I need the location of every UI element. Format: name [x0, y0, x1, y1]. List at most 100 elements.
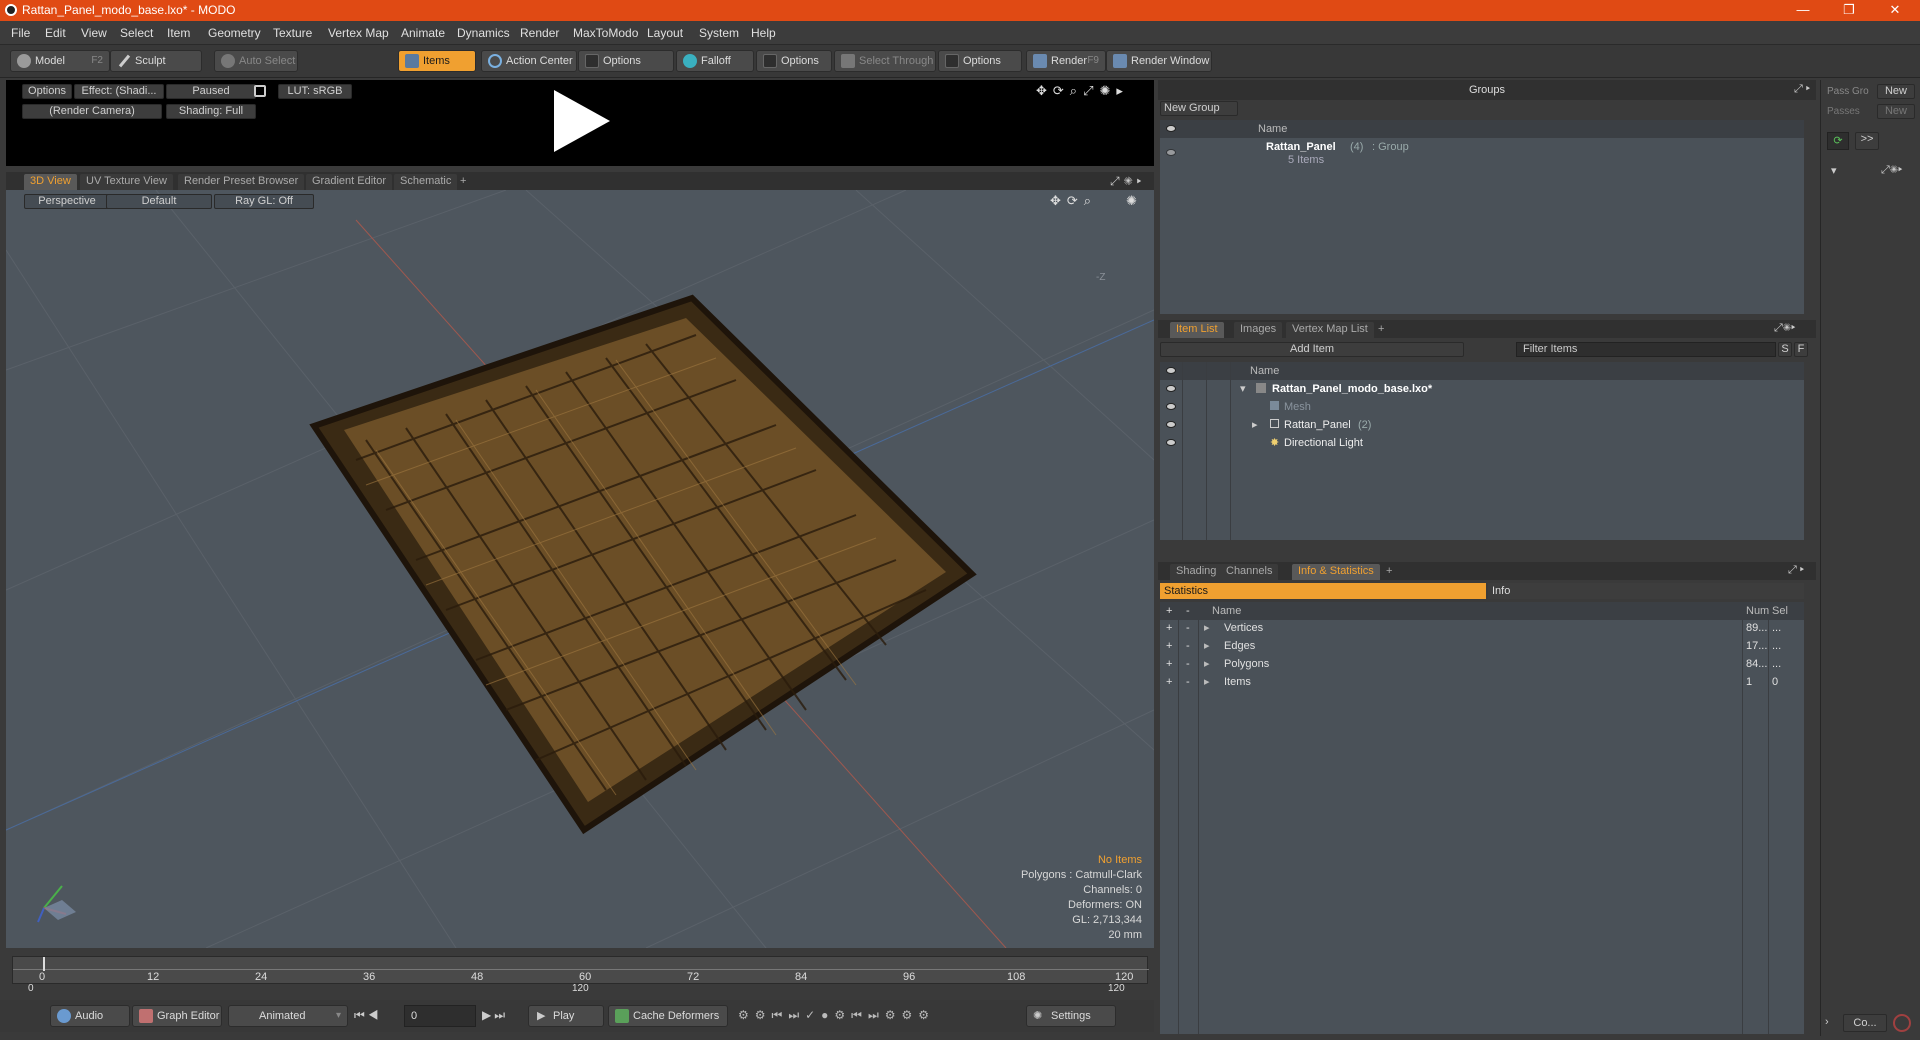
viewport-expand-icon[interactable]: ⤢✺▸	[1110, 174, 1145, 189]
menu-help[interactable]: Help	[751, 26, 776, 40]
eye-icon[interactable]	[1166, 421, 1176, 428]
new-pass-group-button[interactable]: New	[1877, 84, 1915, 99]
close-button[interactable]: ✕	[1872, 0, 1918, 21]
timeline-track[interactable]: 0 12 24 36 48 60 72 84 96 108 120	[12, 956, 1149, 984]
playhead[interactable]	[43, 957, 45, 971]
expand-arrow-icon[interactable]: ▸	[1204, 675, 1210, 688]
audio-button[interactable]: Audio	[50, 1005, 130, 1027]
action-center-button[interactable]: Action Center	[481, 50, 577, 72]
item-list-expand-icon[interactable]: ⤢✺▸	[1774, 322, 1795, 335]
chevron-right-icon[interactable]: ›	[1825, 1016, 1829, 1028]
menu-geometry[interactable]: Geometry	[208, 26, 261, 40]
stats-row-vertices[interactable]: + - ▸ Vertices 89... ...	[1160, 620, 1804, 638]
shading-default-dropdown[interactable]: Default	[106, 194, 212, 209]
frame-field[interactable]: 0	[404, 1005, 476, 1027]
group-row-rattan-panel[interactable]: Rattan_Panel (4) : Group 5 Items	[1160, 138, 1804, 168]
co-button[interactable]: Co...	[1843, 1014, 1887, 1032]
collapse-all-header[interactable]: -	[1186, 605, 1190, 617]
expand-arrow-icon[interactable]: ▸	[1204, 657, 1210, 670]
add-tab-button[interactable]: +	[454, 174, 472, 190]
render-window-button[interactable]: Render Window	[1106, 50, 1212, 72]
lut-dropdown[interactable]: LUT: sRGB	[278, 84, 352, 99]
expand-arrow-icon[interactable]: ▸	[1252, 418, 1258, 431]
eye-icon[interactable]	[1166, 439, 1176, 446]
record-icon[interactable]	[1893, 1014, 1911, 1032]
tab-render-preset-browser[interactable]: Render Preset Browser	[178, 174, 305, 190]
menu-file[interactable]: File	[11, 26, 30, 40]
auto-select-button[interactable]: Auto Select	[214, 50, 298, 72]
stats-row-edges[interactable]: + - ▸ Edges 17... ...	[1160, 638, 1804, 656]
collapse-button[interactable]: -	[1186, 658, 1190, 670]
tab-images[interactable]: Images	[1234, 322, 1283, 338]
tab-item-list[interactable]: Item List	[1170, 322, 1224, 338]
add-tab-button[interactable]: +	[1372, 322, 1390, 338]
minimize-button[interactable]: —	[1780, 0, 1826, 21]
select-through-options-button[interactable]: Options	[938, 50, 1022, 72]
new-group-button[interactable]: New Group	[1160, 101, 1238, 116]
menu-render[interactable]: Render	[520, 26, 559, 40]
stats-expand-icon[interactable]: ⤢ ▸	[1788, 564, 1804, 577]
render-button[interactable]: Render F9	[1026, 50, 1106, 72]
cache-deformers-button[interactable]: Cache Deformers	[608, 1005, 728, 1027]
animated-dropdown[interactable]: Animated ▾	[228, 1005, 348, 1027]
tab-channels[interactable]: Channels	[1220, 564, 1279, 580]
perspective-dropdown[interactable]: Perspective	[24, 194, 110, 209]
menu-select[interactable]: Select	[120, 26, 153, 40]
stats-row-items[interactable]: + - ▸ Items 1 0	[1160, 674, 1804, 692]
pass-expand-icon[interactable]: ⤢✺▸	[1881, 164, 1902, 177]
tab-info-statistics[interactable]: Info & Statistics	[1292, 564, 1380, 580]
tab-3d-view[interactable]: 3D View	[24, 174, 77, 190]
collapse-button[interactable]: -	[1186, 640, 1190, 652]
statistics-tab[interactable]: Statistics	[1160, 583, 1486, 599]
groups-expand-icon[interactable]: ⤢ ▸	[1794, 83, 1810, 96]
tab-vertex-map-list[interactable]: Vertex Map List	[1286, 322, 1374, 338]
play-preview-icon[interactable]	[546, 86, 616, 156]
eye-icon[interactable]	[1166, 149, 1176, 156]
tree-row-rattan-panel[interactable]: ▸ Rattan_Panel (2)	[1160, 416, 1804, 434]
tab-gradient-editor[interactable]: Gradient Editor	[306, 174, 392, 190]
s-filter-button[interactable]: S	[1778, 342, 1792, 357]
new-pass-button[interactable]: New	[1877, 104, 1915, 119]
eye-icon[interactable]	[1166, 403, 1176, 410]
menu-edit[interactable]: Edit	[45, 26, 66, 40]
add-item-button[interactable]: Add Item	[1160, 342, 1464, 357]
step-forward-icon[interactable]: ▶⏭	[482, 1008, 508, 1023]
menu-maxtomodo[interactable]: MaxToModo	[573, 26, 638, 40]
collapse-button[interactable]: -	[1186, 676, 1190, 688]
items-mode-button[interactable]: Items	[398, 50, 476, 72]
tree-row-directional-light[interactable]: ✸ Directional Light	[1160, 434, 1804, 452]
preview-view-controls-icon[interactable]: ✥⟳⌕⤢✺▸	[1036, 83, 1129, 99]
timeline[interactable]: 0 12 24 36 48 60 72 84 96 108 120 0 120 …	[6, 950, 1154, 996]
expand-all-header[interactable]: +	[1166, 605, 1172, 617]
expand-button[interactable]: +	[1166, 658, 1172, 670]
tab-schematic[interactable]: Schematic	[394, 174, 458, 190]
menu-layout[interactable]: Layout	[647, 26, 683, 40]
3d-viewport[interactable]: Perspective Default Ray GL: Off ✥⟳⌕ ✺ -Z…	[6, 190, 1154, 948]
menu-vertex-map[interactable]: Vertex Map	[328, 26, 389, 40]
expand-button[interactable]: +	[1166, 622, 1172, 634]
menu-system[interactable]: System	[699, 26, 739, 40]
play-button[interactable]: ▶ Play	[528, 1005, 604, 1027]
menu-view[interactable]: View	[81, 26, 107, 40]
maximize-button[interactable]: ❐	[1826, 0, 1872, 21]
expand-arrow-icon[interactable]: ▸	[1204, 621, 1210, 634]
raygl-dropdown[interactable]: Ray GL: Off	[214, 194, 314, 209]
eye-icon[interactable]	[1166, 385, 1176, 392]
expand-button[interactable]: +	[1166, 640, 1172, 652]
info-tab[interactable]: Info	[1488, 583, 1804, 599]
action-center-options-button[interactable]: Options	[578, 50, 674, 72]
preview-effect-dropdown[interactable]: Effect: (Shadi...	[74, 84, 164, 99]
lock-icon[interactable]	[254, 85, 266, 97]
tree-row-mesh[interactable]: Mesh	[1160, 398, 1804, 416]
viewport-navigation-icon[interactable]: ✥⟳⌕	[1050, 193, 1097, 209]
transport-tools-icon[interactable]: ⚙⚙⏮⏭✓●⚙⏮⏭⚙⚙⚙	[738, 1008, 935, 1023]
render-camera-dropdown[interactable]: (Render Camera)	[22, 104, 162, 119]
tree-row-scene[interactable]: ▾ Rattan_Panel_modo_base.lxo*	[1160, 380, 1804, 398]
menu-texture[interactable]: Texture	[273, 26, 312, 40]
menu-animate[interactable]: Animate	[401, 26, 445, 40]
pass-dropdown-icon[interactable]: ▾	[1831, 164, 1837, 177]
expand-arrow-icon[interactable]: ▸	[1204, 639, 1210, 652]
f-filter-button[interactable]: F	[1794, 342, 1808, 357]
forward-button[interactable]: >>	[1855, 132, 1879, 150]
collapse-button[interactable]: -	[1186, 622, 1190, 634]
